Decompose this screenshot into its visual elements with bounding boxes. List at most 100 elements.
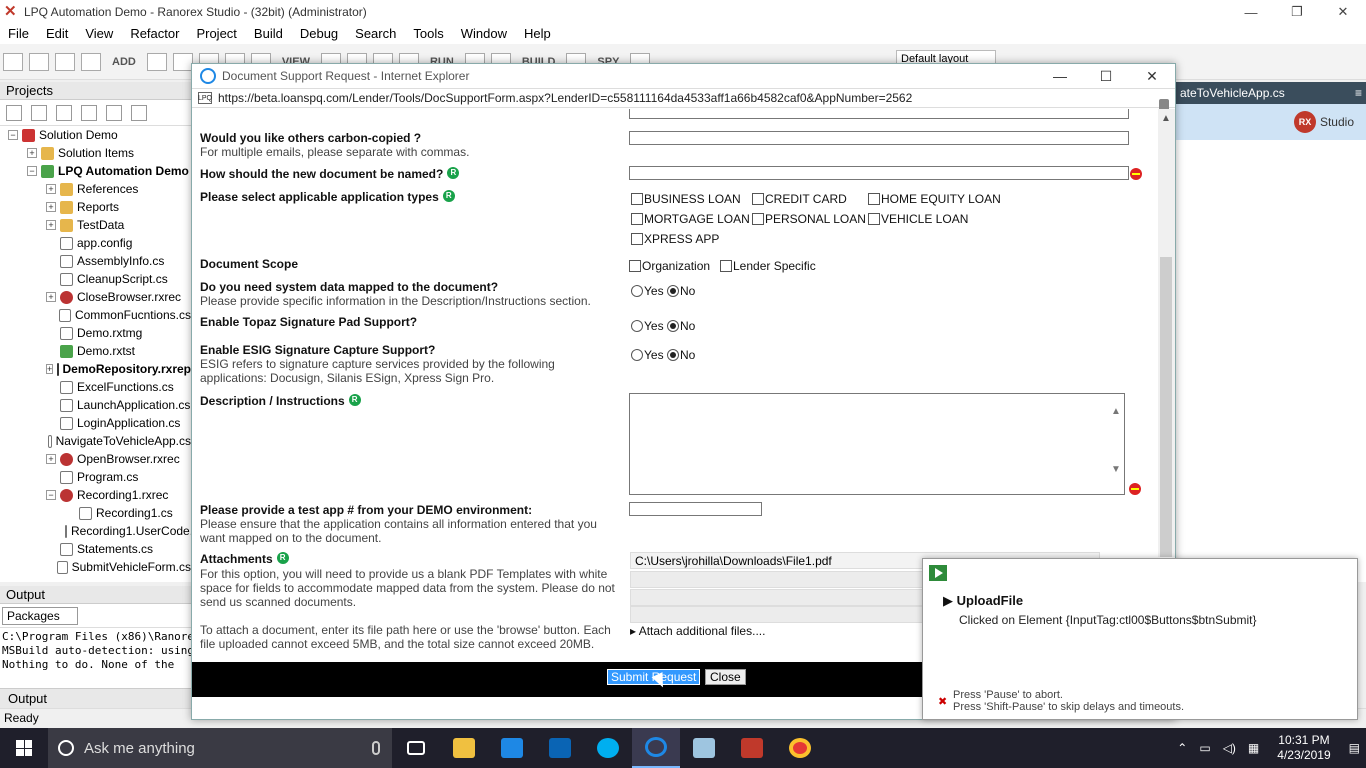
scroll-thumb[interactable] [1160,257,1172,557]
tree-item[interactable]: CleanupScript.cs [0,270,191,288]
tree-item[interactable]: AssemblyInfo.cs [0,252,191,270]
cc-emails-input[interactable] [629,131,1129,145]
action-center-icon[interactable]: ▤ [1349,741,1360,755]
start-button[interactable] [0,728,48,768]
menu-view[interactable]: View [77,24,122,44]
outlook-icon[interactable] [536,728,584,768]
cortana-search[interactable]: Ask me anything [48,728,392,768]
from-field[interactable] [629,109,1129,119]
menu-window[interactable]: Window [453,24,516,44]
ie-scrollbar[interactable]: ▲ [1158,109,1175,557]
keyboard-icon[interactable]: ▦ [1248,741,1259,755]
file-explorer-icon[interactable] [440,728,488,768]
tree-item[interactable]: CommonFucntions.cs [0,306,191,324]
tree-item[interactable]: LoginApplication.cs [0,414,191,432]
sort-icon[interactable] [81,104,97,121]
chrome-icon[interactable] [776,728,824,768]
add-button[interactable]: ADD [112,56,136,68]
expand-icon[interactable]: + [46,202,56,212]
topaz-yes-radio[interactable]: Yes [631,319,664,333]
ie-minimize-icon[interactable]: — [1037,64,1083,88]
testapp-input[interactable] [629,502,762,516]
topaz-no-radio[interactable]: No [667,319,695,333]
internet-explorer-icon[interactable] [632,728,680,768]
document-tab[interactable]: ateToVehicleApp.cs ≡ [1176,82,1366,104]
chk-personal-loan[interactable]: PERSONAL LOAN [752,212,866,226]
textarea-scrollbar[interactable]: ▲ ▼ [1107,394,1124,494]
expand-icon[interactable]: + [46,292,56,302]
doc-name-input[interactable] [629,166,1129,180]
close-button[interactable]: Close [705,669,746,685]
collapse-icon[interactable]: − [46,490,56,500]
add-item-icon[interactable] [146,52,167,71]
menu-help[interactable]: Help [516,24,560,44]
tree-item[interactable]: + TestData [0,216,191,234]
mapped-no-radio[interactable]: No [667,284,695,298]
expand-icon[interactable]: + [27,148,37,158]
tab-menu-icon[interactable]: ≡ [1355,86,1362,100]
chk-vehicle-loan[interactable]: VEHICLE LOAN [868,212,968,226]
expand-arrow-icon[interactable]: ▶ [943,593,957,608]
menu-build[interactable]: Build [246,24,292,44]
store-icon[interactable] [488,728,536,768]
menu-search[interactable]: Search [347,24,405,44]
restore-icon[interactable]: ❐ [1274,0,1320,24]
tree-item[interactable]: NavigateToVehicleApp.cs [0,432,191,450]
expand-icon[interactable]: + [46,454,56,464]
tree-item[interactable]: LaunchApplication.cs [0,396,191,414]
tree-item[interactable]: Program.cs [0,468,191,486]
tree-item[interactable]: app.config [0,234,191,252]
chk-home-equity-loan[interactable]: HOME EQUITY LOAN [868,192,1001,206]
menu-debug[interactable]: Debug [292,24,347,44]
tree-item[interactable]: + CloseBrowser.rxrec [0,288,191,306]
menu-refactor[interactable]: Refactor [122,24,188,44]
tree-item[interactable]: + Reports [0,198,191,216]
forward-icon[interactable] [29,52,49,71]
chk-lender-specific[interactable]: Lender Specific [720,259,816,273]
output-tab[interactable]: Output [0,688,192,708]
chk-organization[interactable]: Organization [629,259,710,273]
refresh-icon[interactable] [56,104,72,121]
description-textarea[interactable]: ▲ ▼ [629,393,1125,495]
expand-icon[interactable]: + [46,220,56,230]
tree-item[interactable]: Recording1.UserCode.cs [0,522,191,540]
chk-mortgage-loan[interactable]: MORTGAGE LOAN [631,212,750,226]
back-icon[interactable] [3,52,23,71]
tree-item[interactable]: + DemoRepository.rxrep [0,360,191,378]
tree-item[interactable]: + OpenBrowser.rxrec [0,450,191,468]
collapse-icon[interactable] [6,104,22,121]
tray-chevron-icon[interactable]: ⌃ [1177,741,1187,755]
collapse-icon[interactable]: − [8,130,18,140]
expand-icon[interactable]: + [46,364,54,374]
tree-item[interactable]: − LPQ Automation Demo [0,162,191,180]
chk-credit-card[interactable]: CREDIT CARD [752,192,847,206]
save-icon[interactable] [55,52,75,71]
esig-yes-radio[interactable]: Yes [631,348,664,362]
save-all-icon[interactable] [81,52,101,71]
tree-item[interactable]: Demo.rxtst [0,342,191,360]
record-icon[interactable] [172,52,193,71]
collapse-icon[interactable]: − [27,166,37,176]
ie-close-icon[interactable]: ✕ [1129,64,1175,88]
menu-file[interactable]: File [0,24,38,44]
chk-xpress-app[interactable]: XPRESS APP [631,232,719,246]
mapped-yes-radio[interactable]: Yes [631,284,664,298]
skype-icon[interactable] [584,728,632,768]
tree-item[interactable]: Statements.cs [0,540,191,558]
calculator-icon[interactable] [680,728,728,768]
network-icon[interactable]: ▭ [1199,741,1210,755]
tree-item[interactable]: ExcelFunctions.cs [0,378,191,396]
close-icon[interactable]: ✕ [1320,0,1366,24]
esig-no-radio[interactable]: No [667,348,695,362]
tree-item[interactable]: − Recording1.rxrec [0,486,191,504]
add-project-icon[interactable] [106,104,122,121]
menu-edit[interactable]: Edit [38,24,77,44]
menu-project[interactable]: Project [188,24,245,44]
expand-icon[interactable]: + [46,184,56,194]
tree-item[interactable]: SubmitVehicleForm.cs [0,558,191,576]
tree-item[interactable]: Recording1.cs [0,504,191,522]
tree-item[interactable]: − Solution Demo [0,126,191,144]
chk-business-loan[interactable]: BUSINESS LOAN [631,192,741,206]
clock[interactable]: 10:31 PM 4/23/2019 [1277,733,1330,763]
ie-maximize-icon[interactable]: ☐ [1083,64,1129,88]
